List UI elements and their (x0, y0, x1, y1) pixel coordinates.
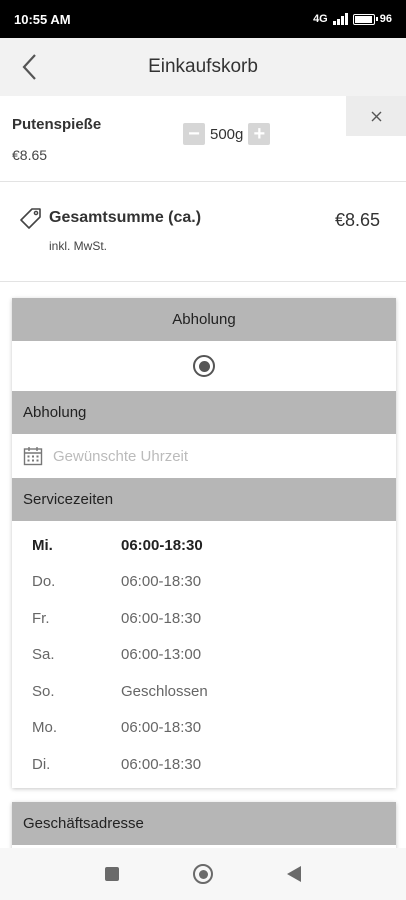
tag-icon (20, 208, 41, 229)
page-title: Einkaufskorb (148, 56, 258, 77)
battery-icon (352, 13, 378, 25)
calendar-icon (23, 447, 43, 466)
quantity-value: 500g (210, 125, 244, 143)
address-header: Geschäftsadresse (12, 802, 396, 845)
hours-day: So. (32, 682, 55, 700)
hours-row-fr: Fr. 06:00-18:30 (12, 600, 396, 637)
hours-row-mo: Mo. 06:00-18:30 (12, 710, 396, 747)
hours-time: 06:00-18:30 (121, 719, 202, 737)
hours-day: Do. (32, 573, 56, 591)
hours-time: 06:00-13:00 (121, 646, 202, 664)
decrease-quantity-button[interactable]: − (183, 123, 205, 145)
delivery-option-row (12, 341, 396, 391)
total-label: Gesamtsumme (ca.) (49, 209, 202, 226)
pickup-section-header: Abholung (12, 391, 396, 434)
status-bar: 10:55 AM 4G 96 (0, 0, 406, 38)
service-hours-list: Mi. 06:00-18:30 Do. 06:00-18:30 Fr. 06:0… (12, 521, 396, 783)
system-nav-bar (0, 848, 406, 900)
hours-row-do: Do. 06:00-18:30 (12, 564, 396, 601)
status-time: 10:55 AM (14, 11, 71, 27)
hours-row-di: Di. 06:00-18:30 (12, 746, 396, 783)
remove-item-button[interactable] (346, 96, 406, 136)
item-name: Putenspieße (12, 116, 102, 133)
battery-percent: 96 (379, 13, 392, 25)
recent-apps-icon[interactable] (105, 867, 119, 881)
hours-day: Mi. (32, 536, 53, 554)
pickup-panel: Abholung Abholung Gewünschte Uhrzeit Ser… (12, 298, 396, 788)
hours-time: 06:00-18:30 (121, 755, 202, 773)
pickup-time-field[interactable]: Gewünschte Uhrzeit (12, 434, 396, 478)
back-button[interactable] (14, 50, 46, 84)
total-tax-note: inkl. MwSt. (49, 239, 108, 253)
hours-row-so: So. Geschlossen (12, 673, 396, 710)
hours-time: 06:00-18:30 (121, 573, 202, 591)
app-bar: Einkaufskorb (0, 38, 406, 96)
quantity-stepper: − 500g + (183, 123, 271, 145)
pickup-time-placeholder: Gewünschte Uhrzeit (53, 447, 189, 465)
hours-time: Geschlossen (121, 682, 208, 700)
hours-day: Di. (32, 755, 51, 773)
delivery-option-header: Abholung (12, 298, 396, 341)
back-triangle-icon[interactable] (287, 866, 301, 882)
hours-day: Sa. (32, 646, 55, 664)
status-icons: 4G 96 (313, 13, 392, 25)
chevron-left-icon (22, 54, 36, 80)
close-icon (371, 111, 381, 121)
signal-icon (332, 13, 348, 25)
hours-time: 06:00-18:30 (121, 609, 202, 627)
increase-quantity-button[interactable]: + (248, 123, 271, 145)
radio-selected-dot (198, 360, 210, 372)
cart-total: Gesamtsumme (ca.) inkl. MwSt. €8.65 (0, 182, 406, 282)
pickup-radio[interactable] (193, 355, 215, 377)
service-hours-header: Servicezeiten (12, 478, 396, 521)
hours-time: 06:00-18:30 (121, 536, 203, 554)
hours-day: Fr. (32, 609, 50, 627)
cart-item: Putenspieße €8.65 − 500g + (0, 96, 406, 182)
total-amount: €8.65 (334, 210, 380, 230)
hours-day: Mo. (32, 719, 58, 737)
item-price: €8.65 (12, 147, 48, 163)
hours-row-sa: Sa. 06:00-13:00 (12, 637, 396, 674)
network-type: 4G (313, 13, 328, 25)
hours-row-mi: Mi. 06:00-18:30 (12, 527, 396, 564)
home-icon[interactable] (193, 864, 213, 884)
